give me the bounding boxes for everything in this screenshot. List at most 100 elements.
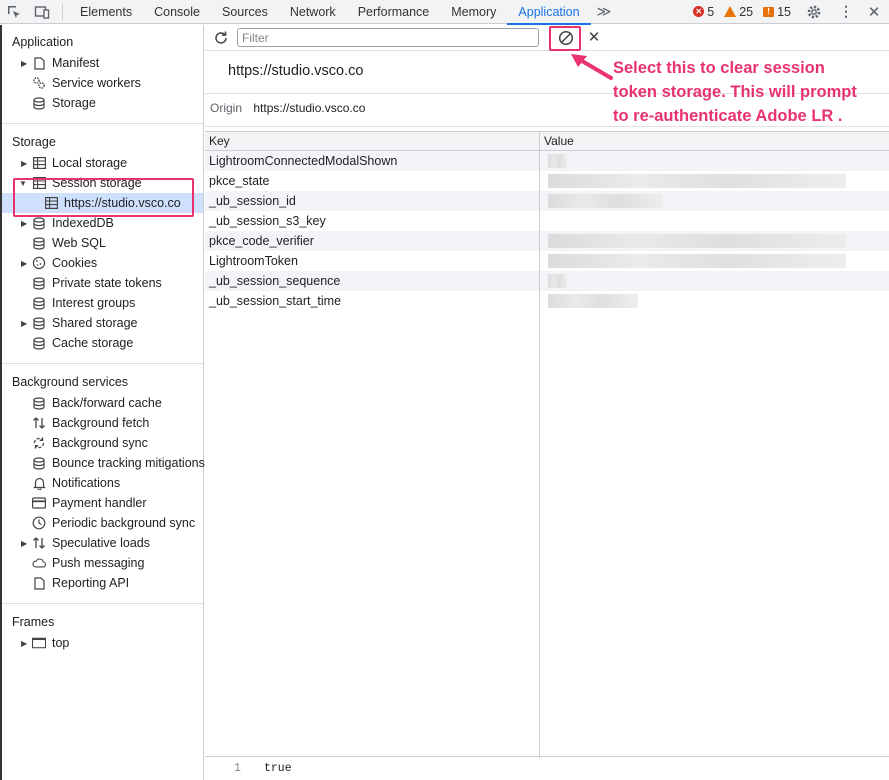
expand-arrow-icon[interactable]: ▶: [21, 159, 29, 168]
row-value: [540, 251, 889, 271]
table-row[interactable]: pkce_code_verifier: [205, 231, 889, 251]
expand-arrow-icon[interactable]: ▶: [21, 639, 29, 648]
sidebar-item-label: Periodic background sync: [52, 516, 196, 530]
sidebar-item-label: Background fetch: [52, 416, 150, 430]
issue-counters[interactable]: ✕ 5 25 ! 15 ⋮ ✕: [693, 0, 889, 24]
table-row[interactable]: _ub_session_start_time: [205, 291, 889, 311]
column-divider[interactable]: [539, 152, 540, 758]
sidebar-item-storage[interactable]: Storage: [2, 93, 203, 113]
redacted-value: [548, 274, 567, 288]
sidebar-item-back-forward-cache[interactable]: Back/forward cache: [2, 393, 203, 413]
more-tabs-icon[interactable]: ≫: [591, 0, 618, 24]
warnings-counter[interactable]: 25: [724, 5, 753, 19]
row-value: [540, 271, 889, 291]
table-row[interactable]: LightroomToken: [205, 251, 889, 271]
sidebar-item-interest-groups[interactable]: Interest groups: [2, 293, 203, 313]
sidebar-item-label: Web SQL: [52, 236, 106, 250]
sidebar-item-label: Notifications: [52, 476, 121, 490]
sidebar-item-label: Push messaging: [52, 556, 145, 570]
sidebar-item-label: IndexedDB: [52, 216, 114, 230]
delete-selected-icon[interactable]: ✕: [586, 30, 602, 46]
filter-input[interactable]: [237, 28, 539, 47]
table-row[interactable]: _ub_session_sequence: [205, 271, 889, 291]
section-title-frames: Frames: [12, 615, 55, 629]
sidebar-item-web-sql[interactable]: Web SQL: [2, 233, 203, 253]
database-icon: [32, 396, 46, 410]
issues-icon: !: [763, 6, 775, 17]
clock-icon: [32, 516, 46, 530]
table-row[interactable]: _ub_session_id: [205, 191, 889, 211]
expand-arrow-icon[interactable]: ▶: [21, 59, 29, 68]
database-icon: [32, 276, 46, 290]
sidebar-item-service-workers[interactable]: Service workers: [2, 73, 203, 93]
refresh-icon[interactable]: [213, 30, 229, 46]
more-options-icon[interactable]: ⋮: [837, 0, 855, 24]
sidebar-item-reporting-api[interactable]: Reporting API: [2, 573, 203, 593]
bell-icon: [32, 476, 46, 490]
annotation-line: to re-authenticate Adobe LR .: [613, 107, 843, 125]
sidebar-item-notifications[interactable]: Notifications: [2, 473, 203, 493]
origin-row: Origin https://studio.vsco.co: [210, 101, 365, 115]
table-row[interactable]: _ub_session_s3_key: [205, 211, 889, 231]
table-row[interactable]: pkce_state: [205, 171, 889, 191]
sidebar-item-label: Service workers: [52, 76, 141, 90]
sidebar-item-label: Back/forward cache: [52, 396, 162, 410]
frame-icon: [32, 636, 46, 650]
preview-value: true: [264, 762, 292, 775]
expand-arrow-icon[interactable]: ▶: [21, 319, 29, 328]
column-header-key[interactable]: Key: [205, 132, 540, 150]
database-icon: [32, 236, 46, 250]
annotation-line: Select this to clear session: [613, 59, 825, 77]
row-key: _ub_session_id: [205, 191, 540, 211]
issues-counter[interactable]: ! 15: [763, 5, 791, 19]
table-row[interactable]: LightroomConnectedModalShown: [205, 151, 889, 171]
sidebar-item-speculative-loads[interactable]: ▶ Speculative loads: [2, 533, 203, 553]
sidebar-item-local-storage[interactable]: ▶ Local storage: [2, 153, 203, 173]
error-icon: ✕: [693, 6, 705, 17]
row-value: [540, 171, 889, 191]
expand-arrow-icon[interactable]: ▶: [21, 219, 29, 228]
tab-console[interactable]: Console: [143, 0, 211, 24]
errors-count: 5: [707, 4, 715, 19]
sidebar-item-label: Reporting API: [52, 576, 130, 590]
sidebar-item-background-sync[interactable]: Background sync: [2, 433, 203, 453]
tab-elements[interactable]: Elements: [69, 0, 143, 24]
warnings-count: 25: [739, 4, 754, 19]
arrows-updown-icon: [32, 536, 46, 550]
sidebar-item-cache-storage[interactable]: Cache storage: [2, 333, 203, 353]
row-key: _ub_session_start_time: [205, 291, 540, 311]
row-key: _ub_session_sequence: [205, 271, 540, 291]
sidebar-item-payment-handler[interactable]: Payment handler: [2, 493, 203, 513]
inspect-element-icon[interactable]: [0, 0, 28, 24]
sidebar-item-label: Private state tokens: [52, 276, 162, 290]
expand-arrow-icon[interactable]: ▶: [21, 259, 29, 268]
row-key: LightroomConnectedModalShown: [205, 151, 540, 171]
tab-performance[interactable]: Performance: [347, 0, 441, 24]
sidebar-item-periodic-sync[interactable]: Periodic background sync: [2, 513, 203, 533]
sidebar-item-shared-storage[interactable]: ▶ Shared storage: [2, 313, 203, 333]
issues-count: 15: [777, 4, 791, 19]
sidebar-item-cookies[interactable]: ▶ Cookies: [2, 253, 203, 273]
column-header-value[interactable]: Value: [540, 132, 889, 150]
sidebar-item-label: Local storage: [52, 156, 128, 170]
tab-network[interactable]: Network: [279, 0, 347, 24]
device-toolbar-icon[interactable]: [28, 0, 56, 24]
sidebar-item-frame-top[interactable]: ▶ top: [2, 633, 203, 653]
sidebar-item-push-messaging[interactable]: Push messaging: [2, 553, 203, 573]
tab-memory[interactable]: Memory: [440, 0, 507, 24]
gears-icon: [32, 76, 46, 90]
sidebar-item-manifest[interactable]: ▶ Manifest: [2, 53, 203, 73]
close-devtools-icon[interactable]: ✕: [865, 0, 883, 24]
tab-application[interactable]: Application: [507, 0, 591, 25]
cookie-icon: [32, 256, 46, 270]
errors-counter[interactable]: ✕ 5: [693, 5, 714, 19]
sidebar-item-private-state-tokens[interactable]: Private state tokens: [2, 273, 203, 293]
expand-arrow-icon[interactable]: ▶: [21, 539, 29, 548]
settings-gear-icon[interactable]: [801, 0, 827, 24]
origin-heading: https://studio.vsco.co: [228, 63, 364, 79]
tab-sources[interactable]: Sources: [211, 0, 279, 24]
devtools-toolbar: Elements Console Sources Network Perform…: [0, 0, 889, 25]
section-title-application: Application: [12, 35, 74, 49]
sidebar-item-bounce-tracking[interactable]: Bounce tracking mitigations: [2, 453, 205, 473]
sidebar-item-background-fetch[interactable]: Background fetch: [2, 413, 203, 433]
